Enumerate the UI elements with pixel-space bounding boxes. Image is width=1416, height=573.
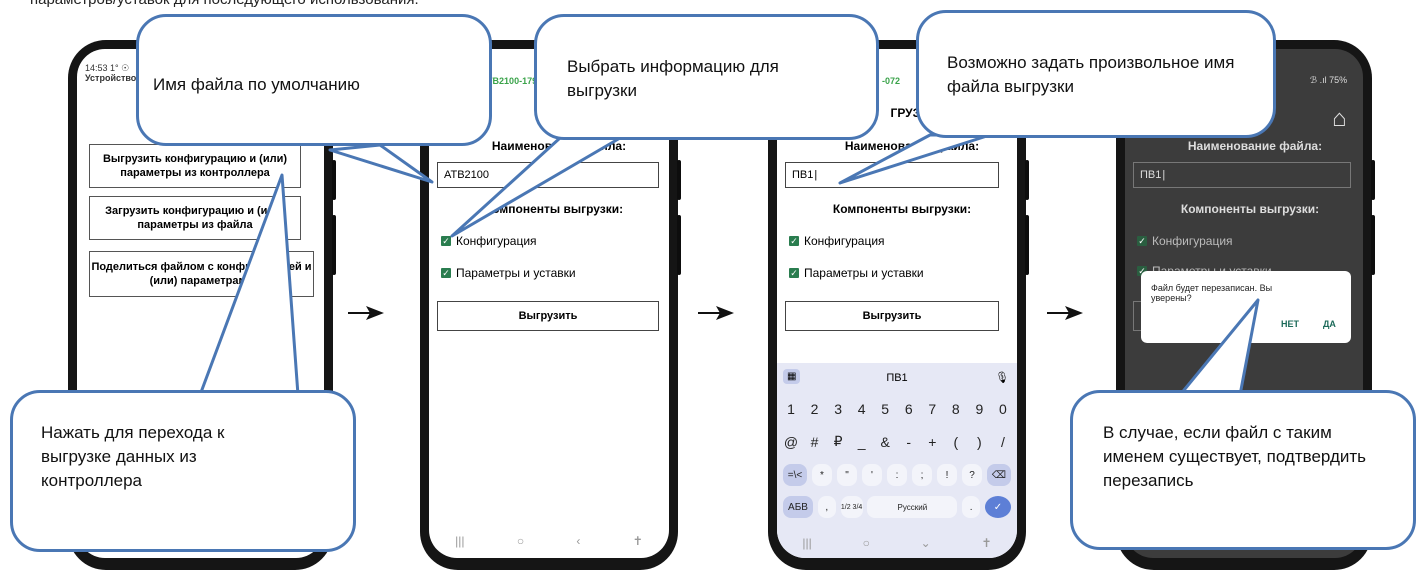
callout-select-info: Выбрать информацию для выгрузки	[534, 14, 879, 140]
callout-overwrite: В случае, если файл с таким именем сущес…	[1070, 390, 1416, 550]
callout-default-filename: Имя файла по умолчанию	[136, 14, 492, 146]
callout-custom-filename: Возможно задать произвольное имя файла в…	[916, 10, 1276, 138]
callout-press-button: Нажать для перехода к выгрузке данных из…	[10, 390, 356, 552]
